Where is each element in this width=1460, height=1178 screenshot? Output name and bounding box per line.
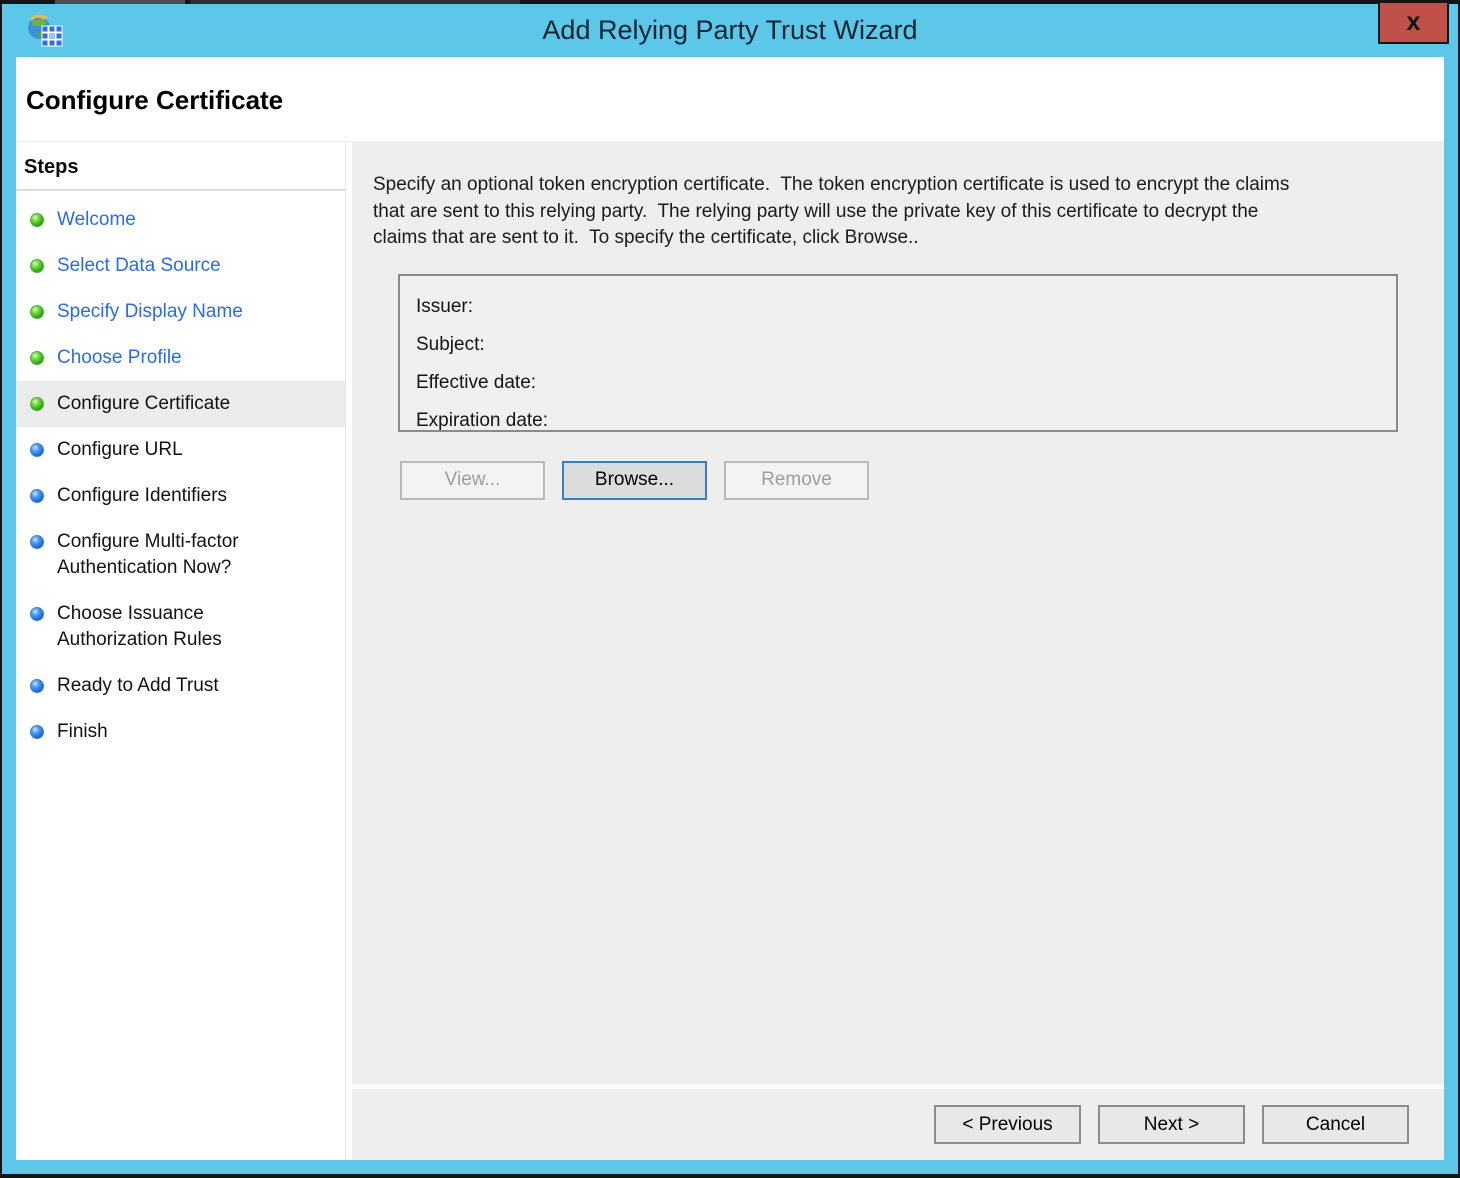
step-item-ready-to-add-trust: Ready to Add Trust xyxy=(16,663,345,709)
step-item-finish: Finish xyxy=(16,709,345,755)
step-item-configure-identifiers: Configure Identifiers xyxy=(16,473,345,519)
step-done-bullet-icon xyxy=(30,213,44,227)
page-header: Configure Certificate xyxy=(16,57,1444,141)
main-panel: Specify an optional token encryption cer… xyxy=(346,142,1444,1160)
step-done-bullet-icon xyxy=(30,259,44,273)
step-label: Choose Profile xyxy=(57,347,182,368)
step-pending-bullet-icon xyxy=(30,679,44,693)
footer: < Previous Next > Cancel xyxy=(352,1084,1444,1160)
step-label: Select Data Source xyxy=(57,255,221,276)
step-label: Welcome xyxy=(57,209,136,230)
step-label: Choose Issuance Authorization Rules xyxy=(57,603,222,650)
step-done-bullet-icon xyxy=(30,305,44,319)
cert-field-effective-date: Effective date: xyxy=(416,364,1380,402)
steps-divider xyxy=(16,189,345,191)
view-button: View... xyxy=(400,460,545,500)
cert-field-label: Expiration date: xyxy=(416,409,549,431)
wizard-dialog: Configure Certificate Steps Welcome Selec… xyxy=(16,57,1444,1160)
step-pending-bullet-icon xyxy=(30,443,44,457)
certificate-info-box: Issuer: Subject: Effective date: Expiration… xyxy=(398,273,1398,432)
step-pending-bullet-icon xyxy=(30,607,44,621)
close-button[interactable]: x xyxy=(1378,1,1449,44)
step-item-choose-profile[interactable]: Choose Profile xyxy=(16,335,345,381)
step-item-select-data-source[interactable]: Select Data Source xyxy=(16,243,345,289)
steps-panel-title: Steps xyxy=(24,156,79,178)
adfs-wizard-icon xyxy=(26,12,64,52)
step-label: Configure Identifiers xyxy=(57,485,228,506)
wizard-window: Add Relying Party Trust Wizard x Configu… xyxy=(2,1,1458,1174)
step-label: Specify Display Name xyxy=(57,301,243,322)
step-label: Configure Certificate xyxy=(57,393,231,414)
step-pending-bullet-icon xyxy=(30,489,44,503)
step-item-configure-certificate[interactable]: Configure Certificate xyxy=(16,381,345,427)
steps-panel: Steps Welcome Select Data Source Specify D… xyxy=(16,142,346,1160)
cert-field-subject: Subject: xyxy=(416,326,1380,364)
step-label: Ready to Add Trust xyxy=(57,675,219,696)
step-done-bullet-icon xyxy=(30,397,44,411)
titlebar[interactable]: Add Relying Party Trust Wizard x xyxy=(2,1,1458,57)
cancel-button[interactable]: Cancel xyxy=(1262,1105,1409,1144)
step-item-welcome[interactable]: Welcome xyxy=(16,197,345,243)
next-button[interactable]: Next > xyxy=(1098,1105,1245,1144)
cert-field-issuer: Issuer: xyxy=(416,288,1380,326)
step-label: Configure URL xyxy=(57,439,183,460)
page-title: Configure Certificate xyxy=(26,85,284,115)
step-done-bullet-icon xyxy=(30,351,44,365)
description-text: Specify an optional token encryption cer… xyxy=(373,174,1295,248)
step-label: Configure Multi-factor Authentication No… xyxy=(57,531,239,578)
step-item-specify-display-name[interactable]: Specify Display Name xyxy=(16,289,345,335)
window-title: Add Relying Party Trust Wizard xyxy=(542,15,918,45)
close-icon: x xyxy=(1406,8,1421,36)
step-item-choose-issuance-authorization-rules: Choose Issuance Authorization Rules xyxy=(16,591,345,663)
desktop-background: Add Relying Party Trust Wizard x Configu… xyxy=(0,0,1460,1178)
step-pending-bullet-icon xyxy=(30,725,44,739)
step-item-configure-multi-factor-authentication-now: Configure Multi-factor Authentication No… xyxy=(16,519,345,591)
cert-field-expiration-date: Expiration date: xyxy=(416,402,1380,440)
cert-field-label: Issuer: xyxy=(416,295,474,317)
steps-list: Welcome Select Data Source Specify Display… xyxy=(16,197,345,755)
certificate-actions: View... Browse... Remove xyxy=(400,460,1444,500)
step-label: Finish xyxy=(57,721,108,742)
previous-button[interactable]: < Previous xyxy=(934,1105,1081,1144)
cert-field-label: Subject: xyxy=(416,333,485,355)
remove-button: Remove xyxy=(724,460,869,500)
step-item-configure-url: Configure URL xyxy=(16,427,345,473)
cert-field-label: Effective date: xyxy=(416,371,537,393)
step-pending-bullet-icon xyxy=(30,535,44,549)
browse-button[interactable]: Browse... xyxy=(562,460,707,500)
